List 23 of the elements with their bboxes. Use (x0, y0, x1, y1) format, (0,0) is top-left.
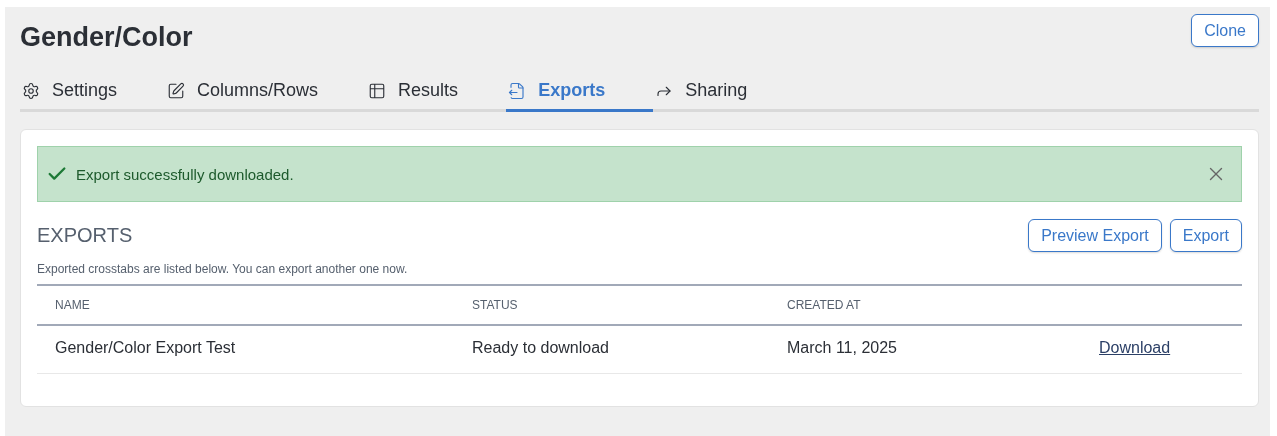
section-heading: EXPORTS (37, 224, 133, 247)
export-button[interactable]: Export (1169, 219, 1242, 252)
column-header: CREATED AT (769, 285, 1081, 325)
clone-button[interactable]: Clone (1191, 14, 1259, 47)
section-description: Exported crosstabs are listed below. You can export another one now. (37, 262, 409, 276)
tab[interactable]: Settings (20, 80, 166, 112)
file-export-icon (508, 81, 527, 100)
download-link[interactable]: Download (1099, 339, 1171, 356)
alert-message: Export successfully downloaded. (76, 165, 295, 183)
page-title: Gender/Color (20, 22, 193, 53)
tab[interactable]: Results (366, 80, 507, 112)
export-button[interactable]: Preview Export (1028, 219, 1162, 252)
table-cell: March 11, 2025 (769, 325, 1081, 374)
edit-icon (167, 81, 186, 100)
table-cell: Ready to download (454, 325, 769, 374)
column-header: NAME (37, 285, 454, 325)
tab[interactable]: Exports (506, 80, 654, 112)
column-header: STATUS (454, 285, 769, 325)
gear-icon (22, 81, 40, 100)
table-icon (368, 81, 387, 100)
tab[interactable]: Sharing (653, 80, 796, 112)
tab[interactable]: Columns/Rows (165, 80, 367, 112)
table-cell: Gender/Color Export Test (37, 325, 454, 374)
